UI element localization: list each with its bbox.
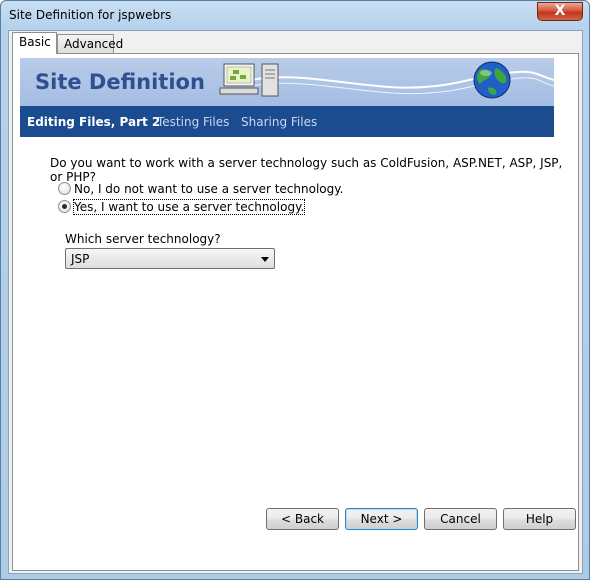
site-definition-banner: Site Definition [20, 58, 554, 106]
step-editing-files-part-2: Editing Files, Part 2 [27, 115, 161, 129]
next-button[interactable]: Next > [345, 508, 418, 530]
globe-icon [473, 61, 511, 99]
radio-button-yes[interactable] [58, 200, 71, 213]
radio-selected-dot [62, 204, 67, 209]
close-button[interactable]: X [537, 2, 583, 21]
dropdown-arrow-icon[interactable] [261, 257, 269, 262]
server-technology-value: JSP [71, 252, 90, 266]
window-title: Site Definition for jspwebrs [9, 8, 172, 22]
tab-advanced[interactable]: Advanced [57, 34, 123, 54]
server-tower-icon [261, 63, 279, 97]
cancel-button[interactable]: Cancel [424, 508, 497, 530]
title-bar[interactable]: Site Definition for jspwebrs X [1, 1, 589, 29]
radio-label-no[interactable]: No, I do not want to use a server techno… [74, 182, 343, 196]
wizard-step-nav: Editing Files, Part 2 Testing Files Shar… [20, 106, 554, 137]
server-tech-question: Do you want to work with a server techno… [50, 156, 563, 184]
server-technology-select[interactable]: JSP [65, 248, 275, 269]
basic-tab-panel: Site Definition Editing Files, Part 2 Te… [12, 53, 579, 571]
help-button[interactable]: Help [503, 508, 576, 530]
banner-title: Site Definition [35, 70, 205, 94]
monitor-icon [219, 63, 259, 95]
server-technology-label: Which server technology? [65, 232, 221, 246]
radio-button-no[interactable] [58, 182, 71, 195]
step-sharing-files: Sharing Files [241, 115, 318, 129]
back-button[interactable]: < Back [266, 508, 339, 530]
dialog-client-area: Basic Advanced Site Definition Editing F… [8, 30, 583, 574]
tab-basic[interactable]: Basic [12, 32, 57, 54]
server-network-illustration [219, 61, 554, 99]
step-testing-files: Testing Files [157, 115, 230, 129]
radio-label-yes[interactable]: Yes, I want to use a server technology. [72, 199, 306, 215]
dialog-window: Site Definition for jspwebrs X Basic Adv… [0, 0, 590, 580]
